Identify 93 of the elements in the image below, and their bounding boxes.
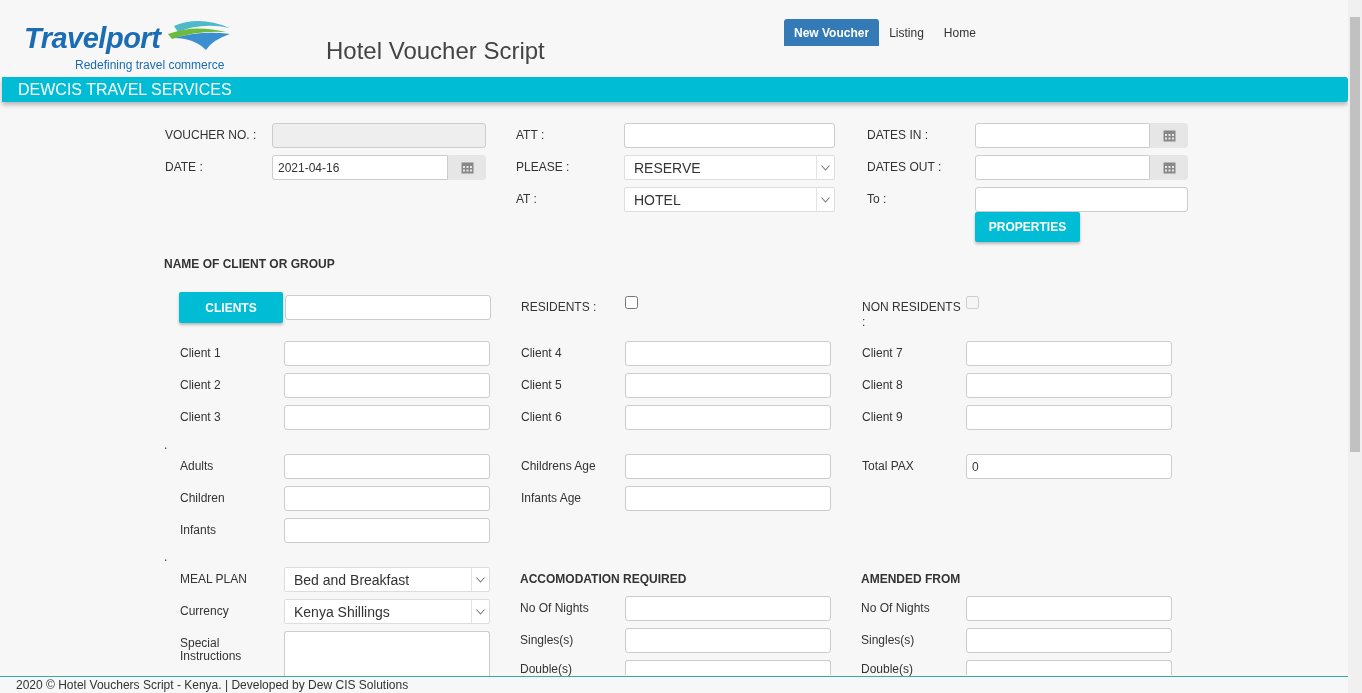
text-input[interactable]: [625, 454, 831, 479]
text-input[interactable]: [966, 341, 1172, 366]
text-input[interactable]: [625, 596, 831, 621]
text-input[interactable]: [625, 405, 831, 430]
field-label: MEAL PLAN: [180, 571, 248, 588]
text-input[interactable]: [625, 486, 831, 511]
separator-dot: .: [164, 550, 169, 564]
chevron-down-icon: [476, 608, 485, 615]
field-label: Special Instructions: [180, 635, 243, 663]
field-label: Singles(s): [520, 632, 575, 649]
text-input[interactable]: [285, 295, 491, 320]
logo-tagline: Redefining travel commerce: [75, 58, 226, 72]
field-label: DATES OUT :: [867, 159, 943, 176]
field-label: NON RESIDENTS :: [862, 300, 962, 330]
field-label: Children: [180, 490, 226, 507]
text-input[interactable]: [284, 454, 490, 479]
calendar-button[interactable]: [1150, 123, 1188, 148]
field-label: Infants: [180, 522, 218, 539]
field-label: Client 5: [521, 377, 563, 394]
nav-tab[interactable]: Home: [933, 19, 986, 46]
field-label: DATE :: [165, 159, 204, 176]
text-input[interactable]: [966, 405, 1172, 430]
field-label: Singles(s): [861, 632, 916, 649]
calendar-icon: [460, 161, 474, 174]
dropdown[interactable]: Kenya Shillings: [284, 599, 490, 624]
footer-text: 2020 © Hotel Vouchers Script - Kenya. | Developed by Dew CIS Solutions: [0, 676, 1348, 693]
field-label: AT :: [516, 191, 538, 208]
text-input[interactable]: [284, 518, 490, 543]
field-label: To :: [867, 191, 888, 208]
section-heading: NAME OF CLIENT OR GROUP: [164, 257, 336, 271]
field-label: Double(s): [861, 661, 915, 676]
chevron-down-icon: [476, 576, 485, 583]
nav-tab[interactable]: New Voucher: [784, 19, 880, 46]
dropdown[interactable]: HOTEL: [624, 187, 835, 212]
dropdown[interactable]: RESERVE: [624, 155, 835, 180]
company-banner: DEWCIS TRAVEL SERVICES: [2, 77, 1348, 102]
app-title: Hotel Voucher Script: [326, 36, 546, 65]
text-input[interactable]: [284, 486, 490, 511]
calendar-button[interactable]: [448, 155, 486, 180]
field-label: Client 2: [180, 377, 222, 394]
dropdown[interactable]: Bed and Breakfast: [284, 567, 490, 592]
field-label: Currency: [180, 603, 230, 620]
field-label: Client 3: [180, 409, 222, 426]
field-label: RESIDENTS :: [521, 300, 598, 315]
text-input[interactable]: [625, 341, 831, 366]
field-label: Client 6: [521, 409, 563, 426]
text-input[interactable]: 0: [966, 454, 1172, 479]
field-label: Childrens Age: [521, 458, 597, 475]
field-label: Client 9: [862, 409, 904, 426]
readonly-input[interactable]: [272, 123, 486, 148]
text-input[interactable]: [284, 405, 490, 430]
field-label: DATES IN :: [867, 127, 930, 144]
text-input[interactable]: [625, 660, 831, 675]
text-input[interactable]: [625, 373, 831, 398]
text-input[interactable]: [966, 596, 1172, 621]
field-label: Infants Age: [521, 490, 583, 507]
chevron-down-icon: [821, 164, 830, 171]
field-label: Client 8: [862, 377, 904, 394]
field-label: Client 1: [180, 345, 222, 362]
nav-tab[interactable]: Listing: [879, 19, 934, 46]
text-input[interactable]: [625, 628, 831, 653]
field-label: No Of Nights: [520, 600, 590, 617]
text-input[interactable]: [284, 373, 490, 398]
calendar-icon: [1162, 161, 1176, 174]
field-label: VOUCHER NO. :: [165, 127, 258, 144]
checkbox[interactable]: [625, 296, 638, 309]
calendar-icon: [1162, 129, 1176, 142]
field-label: Total PAX: [862, 458, 915, 475]
section-heading: ACCOMODATION REQUIRED: [520, 572, 688, 586]
text-input[interactable]: [966, 373, 1172, 398]
field-label: ATT :: [516, 127, 546, 144]
field-label: Adults: [180, 458, 215, 475]
calendar-button[interactable]: [1150, 155, 1188, 180]
text-area[interactable]: [284, 631, 490, 676]
section-heading: AMENDED FROM: [861, 572, 962, 586]
separator-dot: .: [164, 438, 169, 452]
text-input[interactable]: [966, 660, 1172, 675]
field-label: PLEASE :: [516, 159, 571, 176]
field-label: Client 4: [521, 345, 563, 362]
text-input[interactable]: [624, 123, 835, 148]
logo-wordmark: Travelport: [24, 22, 161, 55]
scrollbar[interactable]: [1348, 0, 1362, 693]
date-input[interactable]: [975, 155, 1150, 180]
field-label: Client 7: [862, 345, 904, 362]
text-input[interactable]: [966, 628, 1172, 653]
scrollbar-thumb[interactable]: [1350, 17, 1360, 452]
date-input[interactable]: [975, 123, 1150, 148]
chevron-down-icon: [821, 196, 830, 203]
date-input[interactable]: 2021-04-16: [272, 155, 448, 180]
text-input[interactable]: [975, 187, 1188, 212]
field-label: No Of Nights: [861, 600, 931, 617]
text-input[interactable]: [284, 341, 490, 366]
field-label: Double(s): [520, 661, 574, 676]
